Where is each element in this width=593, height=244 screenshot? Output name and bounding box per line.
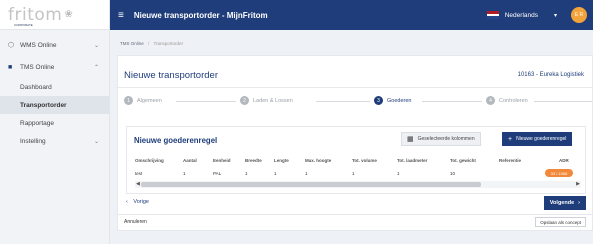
box-icon: ⬡ [8, 42, 15, 49]
button-label: Volgende [549, 200, 575, 206]
truck-icon: ■ [8, 63, 13, 71]
divider [118, 214, 593, 215]
column-header[interactable]: Lengte [274, 158, 289, 163]
topbar: ≡ Nieuwe transportorder - MijnFritom Ned… [110, 0, 593, 30]
avatar[interactable]: E R [571, 7, 587, 23]
step-connector [422, 101, 482, 102]
breadcrumb: TMS Online / Transportorder [120, 41, 183, 46]
scroll-thumb[interactable] [141, 182, 481, 187]
selected-columns-button[interactable]: ▦ Geselecteerde kolommen [401, 132, 481, 146]
scroll-right-icon[interactable]: ▶ [576, 181, 580, 187]
table-cell: 1 [397, 171, 400, 176]
breadcrumb-current: Transportorder [153, 41, 184, 46]
sidebar-item-rapportage[interactable]: Rapportage [0, 114, 109, 132]
table-cell: 1 [274, 171, 277, 176]
table-cell: test [135, 171, 143, 176]
language-selector[interactable]: Nederlands ▾ [486, 11, 557, 20]
chevron-down-icon: ⌄ [93, 42, 99, 49]
hamburger-menu-icon[interactable]: ≡ [118, 10, 124, 21]
next-button[interactable]: Volgende › [543, 196, 586, 210]
adr-badge[interactable]: 33 / 1066 [545, 169, 573, 177]
step-algemeen[interactable]: 1 Algemeen [124, 96, 162, 105]
chevron-right-icon: › [578, 200, 580, 206]
table-row[interactable]: test 1 PAL 1 1 1 1 1 10 [135, 170, 581, 179]
stepper: 1 Algemeen 2 Laden & Lossen 3 Goederen 4… [124, 96, 593, 108]
step-label: Goederen [387, 97, 412, 104]
column-header[interactable]: Tot. laadmeter [397, 158, 427, 163]
columns-icon: ▦ [407, 136, 414, 143]
step-number: 4 [486, 96, 495, 105]
column-header[interactable]: Eenheid [213, 158, 231, 163]
chevron-left-icon: ‹ [126, 199, 128, 205]
chevron-up-icon: ⌃ [93, 64, 99, 71]
logo-mark-icon: ❀ [64, 9, 73, 20]
logo-sub: CORPORATE [14, 23, 33, 27]
step-laden-lossen[interactable]: 2 Laden & Lossen [240, 96, 293, 105]
language-label: Nederlands [504, 11, 538, 19]
caret-down-icon: ▾ [553, 12, 557, 19]
sidebar-item-label: Instelling [20, 137, 46, 145]
cancel-button[interactable]: Annuleren [124, 219, 147, 225]
table-cell: 1 [245, 171, 248, 176]
table-cell: 1 [305, 171, 308, 176]
column-header[interactable]: ADR [559, 158, 569, 163]
breadcrumb-root[interactable]: TMS Online [120, 41, 144, 46]
sidebar-item-tms-online[interactable]: ■ TMS Online ⌃ [0, 56, 109, 78]
sidebar-item-wms-online[interactable]: ⬡ WMS Online ⌄ [0, 34, 109, 56]
step-number: 2 [240, 96, 249, 105]
sidebar-item-instelling[interactable]: Instelling ⌄ [0, 132, 109, 150]
sidebar: fritom ❀ CORPORATE ⬡ WMS Online ⌄ ■ TMS … [0, 0, 110, 244]
goods-panel-title: Nieuwe goederenregel [134, 136, 218, 145]
column-header[interactable]: Breedte [245, 158, 262, 163]
button-label: Geselecteerde kolommen [417, 136, 475, 142]
page-title: Nieuwe transportorder [124, 70, 218, 81]
plus-icon: + [508, 135, 513, 143]
step-label: Algemeen [137, 97, 162, 104]
button-label: Vorige [133, 199, 149, 205]
column-header[interactable]: Omschrijving [135, 158, 164, 163]
divider [118, 87, 593, 88]
step-number: 3 [374, 96, 383, 105]
company-name: 10163 - Eureka Logistiek [517, 72, 584, 78]
step-goederen[interactable]: 3 Goederen [374, 96, 411, 105]
step-label: Laden & Lossen [253, 97, 293, 104]
logo-text: fritom [8, 4, 63, 25]
table-cell: 1 [183, 171, 186, 176]
table-cell: PAL [213, 171, 222, 176]
logo[interactable]: fritom ❀ CORPORATE [0, 0, 109, 30]
sidebar-item-dashboard[interactable]: Dashboard [0, 78, 109, 96]
table-cell: 10 [450, 171, 456, 176]
step-label: Controleren [499, 97, 528, 104]
column-header[interactable]: Aantal [183, 158, 197, 163]
step-number: 1 [124, 96, 133, 105]
step-connector [534, 101, 592, 102]
step-connector [176, 101, 236, 102]
column-header[interactable]: Max. hoogte [305, 158, 331, 163]
sidebar-item-label: TMS Online [20, 63, 55, 71]
window-title: Nieuwe transportorder - MijnFritom [133, 10, 268, 20]
column-header[interactable]: Tot. volume [352, 158, 377, 163]
dutch-flag-icon [486, 11, 499, 20]
column-header[interactable]: Tot. gewicht [450, 158, 476, 163]
step-connector [316, 101, 370, 102]
main-card: Nieuwe transportorder 10163 - Eureka Log… [117, 55, 593, 231]
new-goods-line-button[interactable]: + Nieuwe goederenregel [502, 132, 573, 146]
sidebar-item-transportorder[interactable]: Transportorder [0, 96, 109, 114]
column-header[interactable]: Referentie [499, 158, 521, 163]
step-controleren[interactable]: 4 Controleren [486, 96, 528, 105]
button-label: Nieuwe goederenregel [516, 136, 567, 142]
table-header: Omschrijving Aantal Eenheid Breedte Leng… [135, 157, 581, 166]
previous-button[interactable]: ‹ Vorige [126, 199, 149, 205]
goods-panel: Nieuwe goederenregel ▦ Geselecteerde kol… [126, 126, 586, 194]
scroll-left-icon[interactable]: ◀ [136, 181, 140, 187]
horizontal-scrollbar[interactable]: ◀ ▶ [135, 181, 581, 188]
sidebar-item-label: WMS Online [20, 41, 57, 49]
table-cell: 1 [352, 171, 355, 176]
breadcrumb-separator: / [148, 41, 150, 46]
save-as-draft-button[interactable]: Opslaan als concept [535, 217, 586, 227]
chevron-down-icon: ⌄ [93, 138, 99, 145]
